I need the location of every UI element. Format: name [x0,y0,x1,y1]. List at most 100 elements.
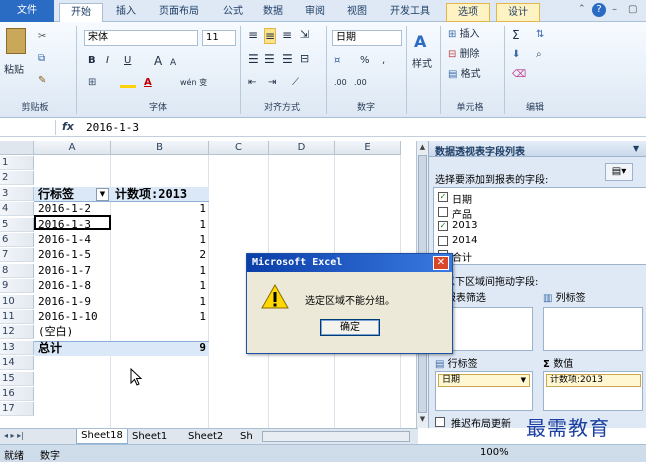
cell-a[interactable]: 2016-1-7 [38,264,91,278]
field-checkbox[interactable] [438,235,448,246]
col-header-b[interactable]: B [111,141,209,155]
row-labels-drop-area[interactable]: 日期 ▼ [435,371,533,411]
fill-icon[interactable]: ⬇ [512,48,520,62]
format-cells-button[interactable]: ▤ 格式 [448,68,481,82]
field-checkbox[interactable]: ✓ [438,221,448,231]
tab-developer[interactable]: 开发工具 [381,3,439,22]
scroll-up-icon[interactable]: ▲ [418,143,427,153]
comma-button[interactable]: , [382,54,385,68]
autosum-button[interactable]: Σ [512,28,520,42]
shrink-font-button[interactable]: A [170,56,176,70]
row-header[interactable]: 12 [0,325,34,340]
cell-b[interactable]: 2 [111,248,206,262]
cell-b[interactable]: 1 [111,202,206,216]
row-header[interactable]: 10 [0,294,34,309]
row-header[interactable]: 2 [0,171,34,186]
column-labels-drop-area[interactable] [543,307,643,351]
field-checkbox[interactable] [438,206,448,217]
layout-options-icon[interactable]: ▤▾ [605,163,633,181]
cell-a[interactable]: (空白) [38,325,73,339]
paste-icon[interactable] [6,28,26,54]
decrease-indent-icon[interactable]: ⇤ [248,76,256,90]
copy-icon[interactable]: ⧉ [38,52,45,66]
row-header[interactable]: 9 [0,279,34,294]
number-format-combo[interactable]: 日期 [332,30,402,46]
delete-cells-button[interactable]: ⊟ 删除 [448,48,480,62]
underline-button[interactable]: U [124,54,131,68]
fx-button[interactable]: fx [62,120,74,133]
cell-b[interactable]: 1 [111,279,206,293]
horizontal-scrollbar[interactable] [262,431,410,442]
window-minimize-icon[interactable]: – [612,4,624,15]
minimize-ribbon-icon[interactable]: ⌃ [578,4,588,14]
find-select-icon[interactable]: ⌕ [536,48,542,62]
border-icon[interactable]: ⊞ [88,76,96,90]
sheet-tab-active[interactable]: Sheet18 [76,429,128,444]
cell-b[interactable] [111,171,206,185]
clear-icon[interactable]: ⌫ [512,68,526,82]
col-header-d[interactable]: D [269,141,335,155]
panel-menu-icon[interactable]: ▼ [633,144,639,153]
tab-insert[interactable]: 插入 [106,3,146,22]
currency-icon[interactable]: ¤ [334,54,340,68]
merge-center-icon[interactable]: ⊟ [300,52,309,66]
tab-file[interactable]: 文件 [0,0,54,22]
row-header[interactable]: 14 [0,356,34,371]
cell-a[interactable]: 2016-1-4 [38,233,91,247]
format-painter-icon[interactable]: ✎ [38,74,46,88]
align-bottom-icon[interactable]: ≡ [282,28,292,42]
field-checkbox[interactable]: ✓ [438,192,448,202]
select-all-corner[interactable] [0,141,34,155]
cut-icon[interactable]: ✂ [38,30,46,44]
col-header-e[interactable]: E [335,141,401,155]
cell-b[interactable]: 计数项:2013 [115,187,187,201]
chip-dropdown-icon[interactable]: ▼ [521,375,526,386]
formula-input[interactable]: 2016-1-3 [86,121,139,134]
cell-b[interactable] [111,356,206,370]
phonetic-button[interactable]: wén 变 [180,76,207,90]
increase-indent-icon[interactable]: ⇥ [268,76,276,90]
cell-b[interactable] [111,387,206,401]
align-middle-icon[interactable]: ≡ [264,28,277,44]
cell-b[interactable]: 1 [111,233,206,247]
insert-cells-button[interactable]: ⊞ 插入 [448,28,480,42]
row-header[interactable]: 11 [0,310,34,324]
scroll-down-icon[interactable]: ▼ [418,415,427,425]
styles-button[interactable]: 样式 [412,58,432,72]
row-header[interactable]: 5 [0,217,34,232]
grow-font-button[interactable]: A [154,54,162,68]
styles-icon[interactable]: A [414,32,434,51]
italic-button[interactable]: I [106,54,109,68]
wrap-text-icon[interactable]: ⇲ [300,28,309,42]
cell-b[interactable]: 9 [111,341,206,355]
cell-a[interactable]: 2016-1-9 [38,295,91,309]
cell-b[interactable] [111,156,206,170]
row-filter-dropdown-icon[interactable]: ▼ [96,188,109,201]
tab-formulas[interactable]: 公式 [215,3,251,22]
align-center-icon[interactable]: ☰ [264,52,275,66]
tab-home[interactable]: 开始 [59,3,103,22]
tab-design[interactable]: 设计 [496,3,540,22]
bold-button[interactable]: B [88,54,96,68]
font-color-icon[interactable]: A [144,76,152,90]
sheet-nav-icon[interactable]: ◂ ▸ ▸| [4,431,24,440]
col-header-a[interactable]: A [34,141,111,155]
font-size-combo[interactable]: 11 [202,30,236,46]
sort-filter-icon[interactable]: ⇅ [536,28,544,42]
fill-color-icon[interactable] [120,78,136,88]
font-name-combo[interactable]: 宋体 [84,30,198,46]
cell-a[interactable]: 总计 [38,341,62,355]
cell-a[interactable]: 2016-1-5 [38,248,91,262]
align-top-icon[interactable]: ≡ [248,28,258,42]
sheet-tab[interactable]: Sheet2 [188,430,223,444]
row-header[interactable]: 16 [0,387,34,401]
align-right-icon[interactable]: ☰ [282,52,293,66]
tab-data[interactable]: 数据 [255,3,291,22]
values-drop-area[interactable]: 计数项:2013 [543,371,643,411]
paste-button[interactable]: 粘贴 [4,64,24,78]
decrease-decimal-button[interactable]: .00 [354,76,367,90]
status-zoom[interactable]: 100% [480,447,509,458]
help-icon[interactable]: ? [592,3,606,17]
tab-review[interactable]: 审阅 [297,3,333,22]
defer-update-checkbox[interactable] [435,417,445,427]
